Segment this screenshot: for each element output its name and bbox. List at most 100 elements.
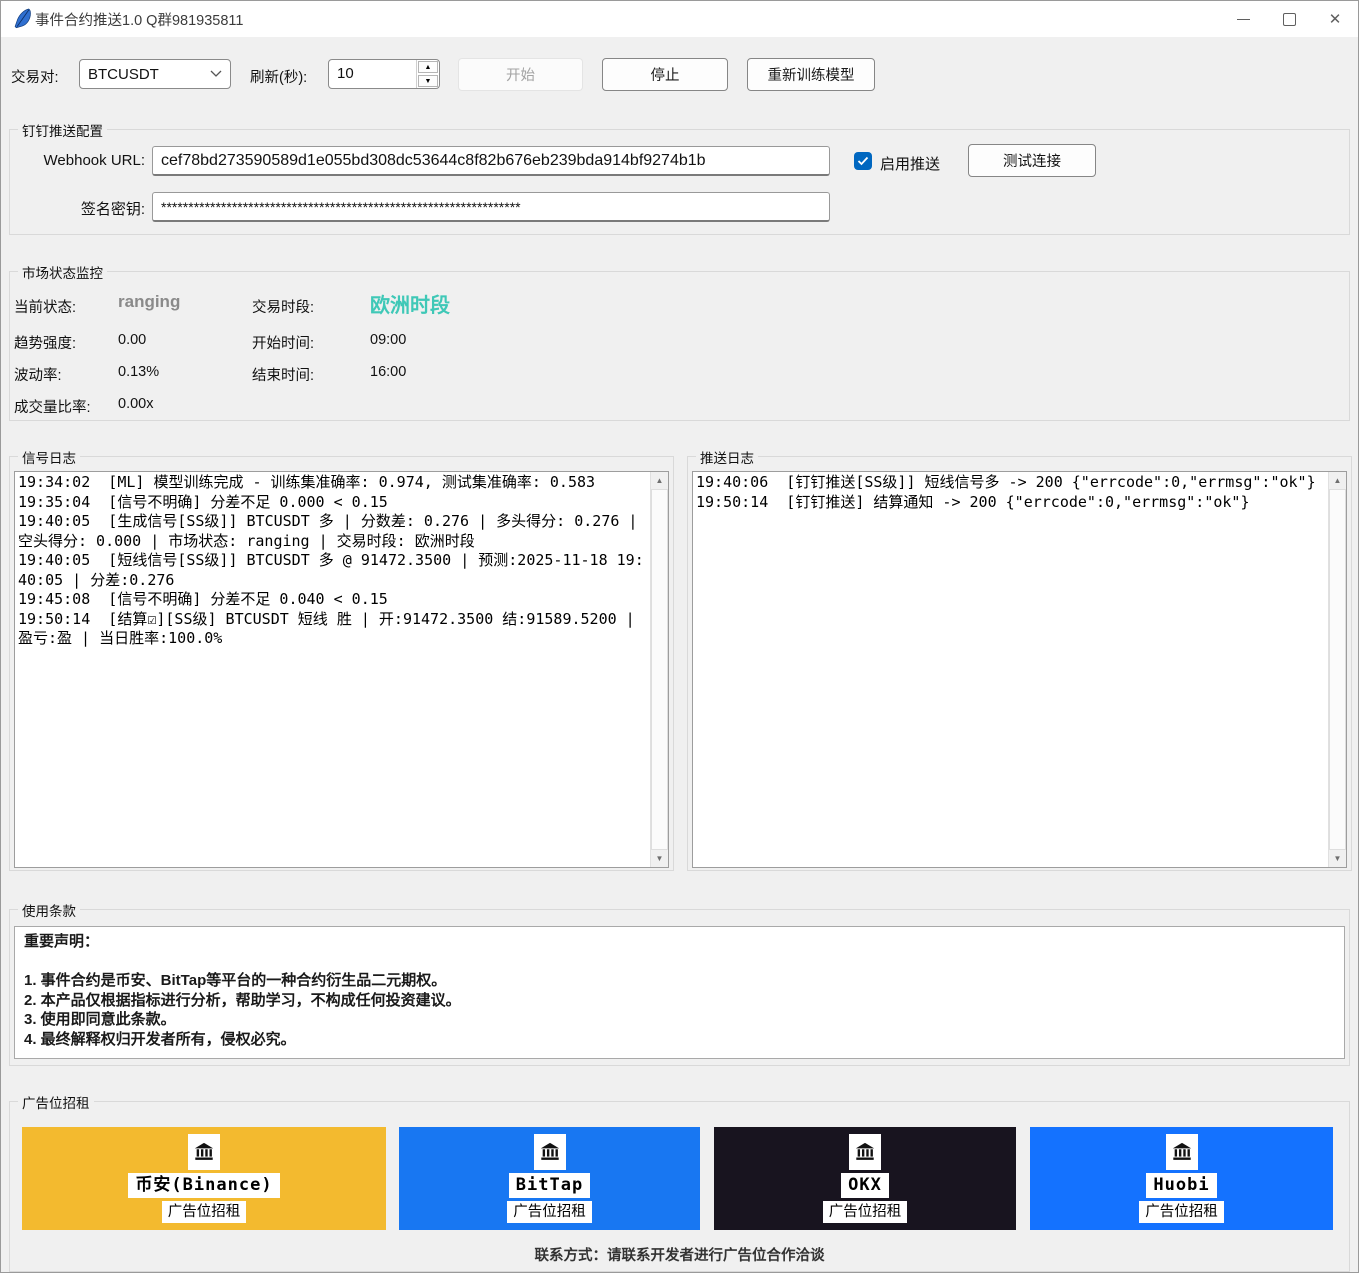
dingtalk-group-title: 钉钉推送配置 [18, 120, 107, 140]
maximize-button[interactable] [1266, 1, 1312, 37]
terms-line [24, 952, 1335, 972]
ad-platform-name: OKX [841, 1173, 889, 1198]
enable-push-label: 启用推送 [880, 153, 940, 174]
signal-log-box: 19:34:02 [ML] 模型训练完成 - 训练集准确率: 0.974, 测试… [14, 471, 669, 868]
ad-binance[interactable]: 币安(Binance) 广告位招租 [22, 1127, 386, 1230]
ad-platform-name: 币安(Binance) [128, 1173, 279, 1198]
app-feather-icon [13, 8, 33, 30]
terms-group-title: 使用条款 [18, 900, 80, 920]
volume-ratio-value: 0.00x [118, 396, 153, 412]
spin-down-button[interactable]: ▼ [418, 75, 438, 87]
signal-log-group: 信号日志 19:34:02 [ML] 模型训练完成 - 训练集准确率: 0.97… [9, 456, 674, 871]
session-label: 交易时段: [252, 296, 314, 317]
ad-platform-name: Huobi [1146, 1173, 1216, 1198]
bank-icon [188, 1134, 220, 1170]
scroll-up-icon[interactable]: ▲ [1329, 472, 1346, 489]
ad-slot-label: 广告位招租 [507, 1201, 592, 1223]
pair-combobox[interactable]: BTCUSDT [79, 59, 231, 89]
scroll-down-icon[interactable]: ▼ [651, 850, 668, 867]
terms-group: 使用条款 重要声明： 1. 事件合约是币安、BitTap等平台的一种合约衍生品二… [9, 909, 1350, 1066]
terms-line: 2. 本产品仅根据指标进行分析，帮助学习，不构成任何投资建议。 [24, 991, 1335, 1011]
secret-key-input[interactable] [152, 192, 830, 222]
ad-huobi[interactable]: Huobi 广告位招租 [1030, 1127, 1333, 1230]
pair-label: 交易对: [11, 66, 59, 87]
enable-push-checkbox[interactable] [854, 152, 872, 170]
ads-group: 广告位招租 币安(Binance) 广告位招租 BitTap 广告位招租 OKX… [9, 1101, 1350, 1272]
toolbar: 交易对: BTCUSDT 刷新(秒): 10 ▲ ▼ 开始 停止 重新训练模型 [11, 57, 1348, 95]
log-line: 19:40:06 [钉钉推送[SS级]] 短线信号多 -> 200 {"errc… [696, 473, 1325, 493]
terms-text-box: 重要声明： 1. 事件合约是币安、BitTap等平台的一种合约衍生品二元期权。 … [14, 926, 1345, 1059]
scroll-down-icon[interactable]: ▼ [1329, 850, 1346, 867]
end-time-label: 结束时间: [252, 364, 314, 385]
terms-line: 3. 使用即同意此条款。 [24, 1010, 1335, 1030]
checkmark-icon [857, 156, 869, 166]
scroll-up-icon[interactable]: ▲ [651, 472, 668, 489]
push-log-title: 推送日志 [696, 447, 758, 467]
trend-label: 趋势强度: [14, 332, 76, 353]
spin-up-button[interactable]: ▲ [418, 61, 438, 73]
volume-ratio-label: 成交量比率: [14, 396, 91, 417]
push-log-group: 推送日志 19:40:06 [钉钉推送[SS级]] 短线信号多 -> 200 {… [687, 456, 1352, 871]
market-status-group: 市场状态监控 当前状态: ranging 交易时段: 欧洲时段 趋势强度: 0.… [9, 271, 1350, 421]
ad-bittap[interactable]: BitTap 广告位招租 [399, 1127, 700, 1230]
pair-combobox-value: BTCUSDT [88, 66, 210, 83]
refresh-spinbox-value: 10 [329, 60, 416, 88]
terms-line: 4. 最终解释权归开发者所有，侵权必究。 [24, 1030, 1335, 1050]
log-line: 19:35:04 [信号不明确] 分差不足 0.000 < 0.15 [18, 493, 647, 513]
chevron-down-icon [210, 70, 222, 78]
signal-log-text[interactable]: 19:34:02 [ML] 模型训练完成 - 训练集准确率: 0.974, 测试… [15, 472, 650, 867]
push-log-scrollbar[interactable]: ▲ ▼ [1328, 472, 1346, 867]
test-connection-button[interactable]: 测试连接 [968, 144, 1096, 177]
push-log-text[interactable]: 19:40:06 [钉钉推送[SS级]] 短线信号多 -> 200 {"errc… [693, 472, 1328, 867]
webhook-url-label: Webhook URL: [10, 152, 145, 169]
signal-log-scrollbar[interactable]: ▲ ▼ [650, 472, 668, 867]
log-line: 19:40:05 [生成信号[SS级]] BTCUSDT 多 | 分数差: 0.… [18, 512, 647, 551]
minimize-icon [1237, 19, 1250, 20]
app-window: 事件合约推送1.0 Q群981935811 ✕ 交易对: BTCUSDT 刷新(… [0, 0, 1359, 1273]
scroll-thumb[interactable] [1329, 489, 1346, 850]
ad-slot-label: 广告位招租 [162, 1201, 247, 1223]
ad-okx[interactable]: OKX 广告位招租 [714, 1127, 1016, 1230]
minimize-button[interactable] [1220, 1, 1266, 37]
signal-log-title: 信号日志 [18, 447, 80, 467]
window-title: 事件合约推送1.0 Q群981935811 [35, 9, 243, 30]
ad-slot-label: 广告位招租 [823, 1201, 908, 1223]
bank-icon [1166, 1134, 1198, 1170]
log-line: 19:45:08 [信号不明确] 分差不足 0.040 < 0.15 [18, 590, 647, 610]
maximize-icon [1283, 13, 1296, 26]
webhook-url-input[interactable] [152, 146, 830, 176]
ad-platform-name: BitTap [509, 1173, 590, 1198]
state-value: ranging [118, 292, 180, 312]
volatility-value: 0.13% [118, 364, 159, 380]
refresh-label: 刷新(秒): [250, 66, 307, 87]
retrain-model-button[interactable]: 重新训练模型 [747, 58, 875, 91]
ads-group-title: 广告位招租 [18, 1092, 94, 1112]
ad-slot-label: 广告位招租 [1139, 1201, 1224, 1223]
window-controls: ✕ [1220, 1, 1358, 37]
refresh-spinbox[interactable]: 10 ▲ ▼ [328, 59, 440, 89]
start-button[interactable]: 开始 [458, 58, 583, 91]
close-icon: ✕ [1329, 12, 1342, 27]
secret-key-label: 签名密钥: [10, 198, 145, 219]
title-bar: 事件合约推送1.0 Q群981935811 ✕ [1, 1, 1358, 37]
push-log-box: 19:40:06 [钉钉推送[SS级]] 短线信号多 -> 200 {"errc… [692, 471, 1347, 868]
start-time-label: 开始时间: [252, 332, 314, 353]
trend-value: 0.00 [118, 332, 146, 348]
log-line: 19:34:02 [ML] 模型训练完成 - 训练集准确率: 0.974, 测试… [18, 473, 647, 493]
state-label: 当前状态: [14, 296, 76, 317]
scroll-thumb[interactable] [651, 489, 668, 850]
terms-line: 1. 事件合约是币安、BitTap等平台的一种合约衍生品二元期权。 [24, 971, 1335, 991]
log-line: 19:50:14 [结算☑][SS级] BTCUSDT 短线 胜 | 开:914… [18, 610, 647, 649]
spinbox-arrows: ▲ ▼ [416, 60, 439, 88]
close-button[interactable]: ✕ [1312, 1, 1358, 37]
volatility-label: 波动率: [14, 364, 62, 385]
stop-button[interactable]: 停止 [602, 58, 728, 91]
log-line: 19:40:05 [短线信号[SS级]] BTCUSDT 多 @ 91472.3… [18, 551, 647, 590]
bank-icon [849, 1134, 881, 1170]
market-group-title: 市场状态监控 [18, 262, 107, 282]
contact-info: 联系方式：请联系开发者进行广告位合作洽谈 [10, 1244, 1349, 1265]
dingtalk-config-group: 钉钉推送配置 Webhook URL: 启用推送 测试连接 签名密钥: [9, 129, 1350, 235]
bank-icon [534, 1134, 566, 1170]
start-time-value: 09:00 [370, 332, 406, 348]
log-line: 19:50:14 [钉钉推送] 结算通知 -> 200 {"errcode":0… [696, 493, 1325, 513]
